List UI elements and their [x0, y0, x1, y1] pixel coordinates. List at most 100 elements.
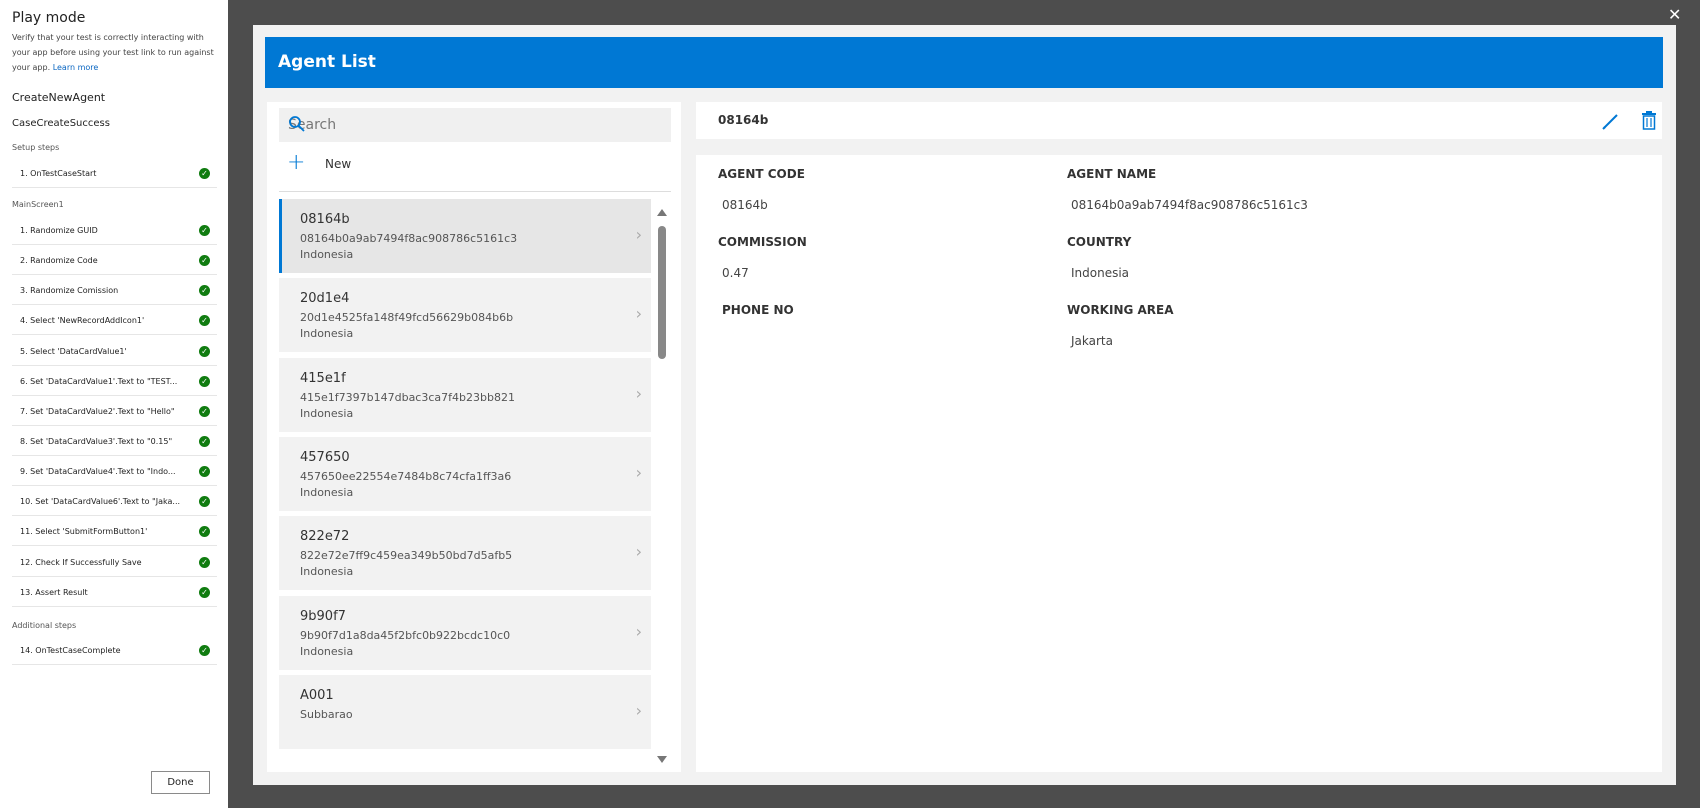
phone-label: PHONE NO	[722, 303, 794, 317]
working-area-value: Jakarta	[1071, 334, 1113, 348]
step-row[interactable]: 12. Check If Successfully Save ✓	[12, 551, 217, 577]
agent-code-value: 08164b	[722, 198, 768, 212]
step-label: 6. Set 'DataCardValue1'.Text to "TEST...	[20, 377, 178, 386]
app-canvas: Agent List Search + New 08164b 08164b0a9…	[253, 25, 1676, 785]
agent-list-item[interactable]: 415e1f 415e1f7397b147dbac3ca7f4b23bb821 …	[279, 358, 651, 432]
screen-label: MainScreen1	[12, 200, 64, 209]
agent-list-item[interactable]: A001 Subbarao ›	[279, 675, 651, 749]
agent-code: 20d1e4	[300, 291, 350, 306]
agent-list-panel: Search + New 08164b 08164b0a9ab7494f8ac9…	[267, 102, 681, 772]
step-row[interactable]: 2. Randomize Code ✓	[12, 249, 217, 275]
test-pane: Play mode Verify that your test is corre…	[0, 0, 228, 808]
agent-code: 822e72	[300, 529, 350, 544]
agent-name-label: AGENT NAME	[1067, 167, 1157, 181]
new-label: New	[325, 157, 352, 171]
agent-code: A001	[300, 688, 334, 703]
chevron-right-icon: ›	[635, 463, 642, 482]
app-title: Agent List	[278, 52, 376, 72]
test-case-name: CaseCreateSuccess	[12, 118, 110, 129]
step-label: 11. Select 'SubmitFormButton1'	[20, 527, 148, 536]
agent-id: 822e72e7ff9c459ea349b50bd7d5afb5	[300, 549, 513, 562]
learn-more-link[interactable]: Learn more	[53, 63, 99, 72]
step-row[interactable]: 1. Randomize GUID ✓	[12, 219, 217, 245]
agent-list-item[interactable]: 457650 457650ee22554e7484b8c74cfa1ff3a6 …	[279, 437, 651, 511]
app-header: Agent List	[265, 37, 1663, 88]
detail-header: 08164b	[696, 102, 1662, 139]
checkmark-icon: ✓	[199, 436, 210, 447]
checkmark-icon: ✓	[199, 225, 210, 236]
agent-list-item[interactable]: 822e72 822e72e7ff9c459ea349b50bd7d5afb5 …	[279, 516, 651, 590]
agent-id: Subbarao	[300, 708, 353, 721]
detail-title: 08164b	[718, 113, 769, 127]
step-label: 4. Select 'NewRecordAddIcon1'	[20, 316, 145, 325]
step-label: 8. Set 'DataCardValue3'.Text to "0.15"	[20, 437, 173, 446]
step-row[interactable]: 11. Select 'SubmitFormButton1' ✓	[12, 520, 217, 546]
agent-country: Indonesia	[300, 327, 354, 340]
chevron-right-icon: ›	[635, 622, 642, 641]
done-button[interactable]: Done	[151, 771, 210, 794]
step-row[interactable]: 7. Set 'DataCardValue2'.Text to "Hello" ✓	[12, 400, 217, 426]
search-input[interactable]: Search	[279, 108, 671, 142]
step-row[interactable]: 14. OnTestCaseComplete ✓	[12, 639, 217, 665]
agent-code: 08164b	[300, 212, 350, 227]
step-row[interactable]: 9. Set 'DataCardValue4'.Text to "Indo...…	[12, 460, 217, 486]
step-row[interactable]: 10. Set 'DataCardValue6'.Text to "Jaka..…	[12, 490, 217, 516]
agent-id: 08164b0a9ab7494f8ac908786c5161c3	[300, 232, 518, 245]
checkmark-icon: ✓	[199, 406, 210, 417]
checkmark-icon: ✓	[199, 526, 210, 537]
agent-name-value: 08164b0a9ab7494f8ac908786c5161c3	[1071, 198, 1308, 212]
search-icon[interactable]	[288, 115, 663, 137]
step-label: 12. Check If Successfully Save	[20, 558, 142, 567]
step-label: 1. Randomize GUID	[20, 226, 98, 235]
scroll-up-arrow[interactable]	[657, 209, 667, 216]
divider	[279, 191, 671, 192]
chevron-right-icon: ›	[635, 304, 642, 323]
close-icon[interactable]: ✕	[1668, 5, 1681, 24]
checkmark-icon: ✓	[199, 315, 210, 326]
checkmark-icon: ✓	[199, 587, 210, 598]
step-label: 7. Set 'DataCardValue2'.Text to "Hello"	[20, 407, 175, 416]
step-row[interactable]: 6. Set 'DataCardValue1'.Text to "TEST...…	[12, 370, 217, 396]
agent-country: Indonesia	[300, 486, 354, 499]
pane-description: Verify that your test is correctly inter…	[12, 30, 217, 75]
checkmark-icon: ✓	[199, 645, 210, 656]
checkmark-icon: ✓	[199, 168, 210, 179]
step-label: 14. OnTestCaseComplete	[20, 646, 121, 655]
additional-steps-label: Additional steps	[12, 621, 77, 630]
chevron-right-icon: ›	[635, 701, 642, 720]
agent-code: 9b90f7	[300, 609, 346, 624]
agent-list-item[interactable]: 08164b 08164b0a9ab7494f8ac908786c5161c3 …	[279, 199, 651, 273]
step-label: 3. Randomize Comission	[20, 286, 119, 295]
commission-label: COMMISSION	[718, 235, 807, 249]
pencil-icon[interactable]	[1601, 111, 1621, 135]
country-label: COUNTRY	[1067, 235, 1132, 249]
step-row[interactable]: 4. Select 'NewRecordAddIcon1' ✓	[12, 309, 217, 335]
step-row[interactable]: 1. OnTestCaseStart ✓	[12, 162, 217, 188]
step-label: 10. Set 'DataCardValue6'.Text to "Jaka..…	[20, 497, 181, 506]
agent-list-item[interactable]: 20d1e4 20d1e4525fa148f49fcd56629b084b6b …	[279, 278, 651, 352]
agent-country: Indonesia	[300, 407, 354, 420]
commission-value: 0.47	[722, 266, 749, 280]
trash-icon[interactable]	[1641, 110, 1657, 134]
agent-id: 20d1e4525fa148f49fcd56629b084b6b	[300, 311, 514, 324]
test-case-group: CreateNewAgent	[12, 91, 106, 104]
country-value: Indonesia	[1071, 266, 1130, 280]
checkmark-icon: ✓	[199, 346, 210, 357]
step-label: 5. Select 'DataCardValue1'	[20, 347, 127, 356]
step-row[interactable]: 5. Select 'DataCardValue1' ✓	[12, 340, 217, 366]
step-label: 2. Randomize Code	[20, 256, 98, 265]
step-row[interactable]: 13. Assert Result ✓	[12, 581, 217, 607]
step-label: 13. Assert Result	[20, 588, 88, 597]
step-row[interactable]: 8. Set 'DataCardValue3'.Text to "0.15" ✓	[12, 430, 217, 456]
agent-list-item[interactable]: 9b90f7 9b90f7d1a8da45f2bfc0b922bcdc10c0 …	[279, 596, 651, 670]
chevron-right-icon: ›	[635, 542, 642, 561]
plus-icon: +	[287, 150, 306, 175]
chevron-right-icon: ›	[635, 384, 642, 403]
working-area-label: WORKING AREA	[1067, 303, 1174, 317]
scroll-down-arrow[interactable]	[657, 756, 667, 763]
step-label: 1. OnTestCaseStart	[20, 169, 97, 178]
agent-code-label: AGENT CODE	[718, 167, 805, 181]
scrollbar-thumb[interactable]	[658, 226, 666, 359]
agent-id: 415e1f7397b147dbac3ca7f4b23bb821	[300, 391, 515, 404]
step-row[interactable]: 3. Randomize Comission ✓	[12, 279, 217, 305]
